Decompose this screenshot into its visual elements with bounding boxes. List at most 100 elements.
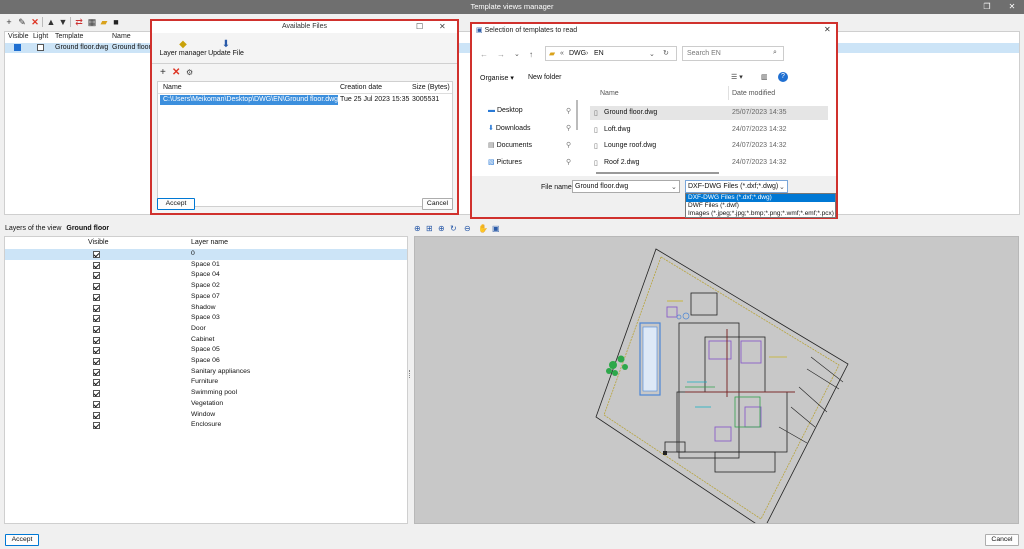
col-name[interactable]: Name bbox=[600, 90, 619, 97]
address-bar[interactable]: ▰ « DWG › EN ⌄ ↻ bbox=[545, 46, 677, 61]
layer-row[interactable]: Space 01 bbox=[5, 260, 407, 271]
new-folder-button[interactable]: New folder bbox=[528, 74, 561, 81]
col-date-modified[interactable]: Date modified bbox=[732, 90, 775, 97]
file-row[interactable]: ▯ Loft.dwg 24/07/2023 14:32 bbox=[590, 123, 828, 137]
save-icon[interactable]: ■ bbox=[111, 17, 121, 27]
chevron-down-icon[interactable]: ⌄ bbox=[671, 183, 677, 191]
col-light[interactable]: Light bbox=[33, 33, 48, 40]
breadcrumb-en[interactable]: EN bbox=[594, 50, 604, 57]
layer-visible-checkbox[interactable] bbox=[93, 347, 100, 355]
file-row[interactable]: ▯ Lounge roof.dwg 24/07/2023 14:32 bbox=[590, 139, 828, 153]
accept-button[interactable]: Accept bbox=[5, 534, 39, 546]
file-row[interactable]: ▯ Roof 2.dwg 24/07/2023 14:32 bbox=[590, 156, 828, 170]
layer-visible-checkbox[interactable] bbox=[93, 251, 100, 258]
preview-pane-icon[interactable]: ▥ bbox=[761, 73, 768, 81]
accept-button[interactable]: Accept bbox=[157, 198, 195, 210]
layer-row[interactable]: 0 bbox=[5, 249, 407, 260]
zoom-in-icon[interactable]: ⊕ bbox=[438, 224, 445, 233]
settings-icon[interactable]: ⚙ bbox=[186, 68, 193, 77]
layer-visible-checkbox[interactable] bbox=[93, 315, 100, 323]
layer-visible-checkbox[interactable] bbox=[93, 422, 100, 430]
layer-visible-checkbox[interactable] bbox=[93, 272, 100, 280]
layer-visible-checkbox[interactable] bbox=[93, 293, 100, 301]
horizontal-scrollbar[interactable] bbox=[596, 172, 719, 174]
layer-visible-checkbox[interactable] bbox=[93, 325, 100, 333]
nav-item-downloads[interactable]: ⬇ Downloads bbox=[488, 124, 530, 132]
pan-icon[interactable]: ✋ bbox=[478, 224, 488, 233]
layer-row[interactable]: Cabinet bbox=[5, 335, 407, 346]
file-type-option[interactable]: DWF Files (*.dwf) bbox=[688, 202, 739, 210]
layer-row[interactable]: Vegetation bbox=[5, 399, 407, 410]
layer-row[interactable]: Enclosure bbox=[5, 420, 407, 431]
restore-icon[interactable]: ❐ bbox=[981, 1, 993, 13]
layer-row[interactable]: Space 07 bbox=[5, 292, 407, 303]
layer-manager-button[interactable]: ◆ Layer manager bbox=[158, 39, 208, 57]
add-icon[interactable]: + bbox=[160, 67, 166, 78]
zoom-refresh-icon[interactable]: ↻ bbox=[450, 224, 457, 233]
layer-row[interactable]: Space 02 bbox=[5, 281, 407, 292]
file-type-select[interactable]: DXF-DWG Files (*.dxf;*.dwg) ⌄ bbox=[685, 180, 788, 193]
table-row[interactable]: C:\Users\Meikoman\Desktop\DWG\EN\Ground … bbox=[158, 95, 452, 105]
move-down-icon[interactable]: ▼ bbox=[58, 17, 68, 27]
layer-visible-checkbox[interactable] bbox=[93, 368, 100, 376]
nav-item-desktop[interactable]: ▬ Desktop bbox=[488, 107, 523, 114]
zoom-out-icon[interactable]: ⊖ bbox=[464, 224, 471, 233]
nav-item-documents[interactable]: ▤ Documents bbox=[488, 141, 532, 149]
refresh-icon[interactable]: ↻ bbox=[663, 49, 669, 57]
cancel-button[interactable]: Cancel bbox=[985, 534, 1019, 546]
cad-viewport[interactable] bbox=[414, 236, 1019, 524]
file-name-input[interactable]: Ground floor.dwg ⌄ bbox=[572, 180, 680, 193]
layer-row[interactable]: Space 03 bbox=[5, 313, 407, 324]
layer-visible-checkbox[interactable] bbox=[93, 261, 100, 269]
up-icon[interactable]: ↑ bbox=[529, 50, 533, 59]
back-icon[interactable]: ← bbox=[480, 50, 488, 59]
chevron-down-icon[interactable]: ⌄ bbox=[514, 50, 520, 58]
pin-icon[interactable]: ⚲ bbox=[566, 107, 571, 115]
cancel-button[interactable]: Cancel bbox=[422, 198, 453, 210]
zoom-window-icon[interactable]: ⊕ bbox=[414, 224, 421, 233]
splitter-handle[interactable] bbox=[409, 370, 411, 378]
fit-icon[interactable]: ▣ bbox=[492, 224, 500, 233]
col-layer-name[interactable]: Layer name bbox=[191, 239, 228, 246]
view-options-icon[interactable]: ☰ ▾ bbox=[731, 73, 743, 81]
organise-button[interactable]: Organise ▾ bbox=[480, 74, 514, 82]
breadcrumb-dwg[interactable]: DWG bbox=[569, 50, 586, 57]
light-checkbox[interactable] bbox=[37, 44, 44, 51]
pin-icon[interactable]: ⚲ bbox=[566, 158, 571, 166]
layers-icon[interactable]: ▦ bbox=[87, 17, 97, 27]
visible-checkbox[interactable] bbox=[14, 44, 21, 51]
col-template[interactable]: Template bbox=[55, 33, 83, 40]
col-name[interactable]: Name bbox=[163, 84, 182, 91]
layer-row[interactable]: Space 05 bbox=[5, 345, 407, 356]
update-file-button[interactable]: ⬇ Update File bbox=[208, 39, 244, 57]
layer-visible-checkbox[interactable] bbox=[93, 304, 100, 312]
layer-visible-checkbox[interactable] bbox=[93, 390, 100, 398]
col-visible[interactable]: Visible bbox=[88, 239, 109, 246]
layer-visible-checkbox[interactable] bbox=[93, 400, 100, 408]
file-type-option[interactable]: DXF-DWG Files (*.dxf;*.dwg) bbox=[686, 194, 835, 202]
close-icon[interactable]: ✕ bbox=[1006, 1, 1018, 13]
close-icon[interactable]: ✕ bbox=[824, 25, 831, 34]
layer-row[interactable]: Swimming pool bbox=[5, 388, 407, 399]
forward-icon[interactable]: → bbox=[497, 50, 505, 59]
file-row[interactable]: ▯ Ground floor.dwg 25/07/2023 14:35 bbox=[590, 106, 828, 120]
layer-visible-checkbox[interactable] bbox=[93, 283, 100, 291]
help-icon[interactable]: ? bbox=[778, 72, 788, 82]
col-visible[interactable]: Visible bbox=[8, 33, 29, 40]
nav-item-pictures[interactable]: ▧ Pictures bbox=[488, 158, 522, 166]
layer-visible-checkbox[interactable] bbox=[93, 336, 100, 344]
chevron-down-icon[interactable]: ⌄ bbox=[649, 50, 655, 58]
layer-row[interactable]: Space 06 bbox=[5, 356, 407, 367]
layer-row[interactable]: Space 04 bbox=[5, 270, 407, 281]
delete-icon[interactable]: ✕ bbox=[172, 67, 180, 78]
layer-visible-checkbox[interactable] bbox=[93, 411, 100, 419]
scrollbar[interactable] bbox=[576, 100, 578, 130]
file-type-option[interactable]: Images (*.jpeg;*.jpg;*.bmp;*.png;*.wmf;*… bbox=[688, 210, 834, 218]
refresh-icon[interactable]: ⇄ bbox=[74, 17, 84, 27]
close-icon[interactable]: ✕ bbox=[439, 22, 446, 31]
pin-icon[interactable]: ⚲ bbox=[566, 141, 571, 149]
pin-icon[interactable]: ⚲ bbox=[566, 124, 571, 132]
search-input[interactable]: Search EN ⌕ bbox=[682, 46, 784, 61]
maximize-icon[interactable]: ☐ bbox=[416, 22, 423, 31]
layer-row[interactable]: Window bbox=[5, 410, 407, 421]
